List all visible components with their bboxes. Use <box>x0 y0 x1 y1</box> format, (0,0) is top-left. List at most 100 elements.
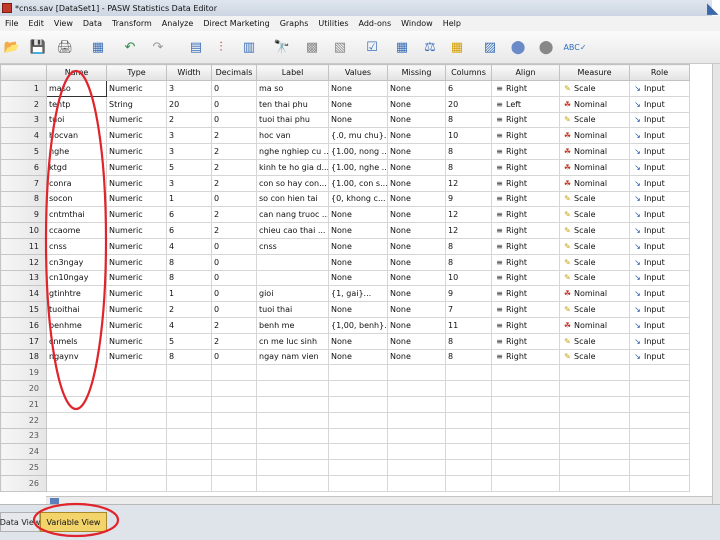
table-row[interactable]: 2 tentp String 20 0 ten thai phu None None 20 ≡ Le… <box>0 95 690 113</box>
cell-label[interactable]: ngay nam vien <box>256 348 329 366</box>
horizontal-scrollbar[interactable] <box>46 496 712 504</box>
menu-analyze[interactable]: Analyze <box>157 19 199 28</box>
cell-align[interactable]: ≡ Right <box>491 143 560 160</box>
empty-cell[interactable] <box>629 395 690 413</box>
cell-label[interactable]: tuoi thai <box>256 301 329 318</box>
cell-type[interactable]: Numeric <box>106 174 167 192</box>
cell-type[interactable]: Numeric <box>106 237 167 255</box>
cell-role[interactable]: ↘ Input <box>629 222 690 239</box>
cell-type[interactable]: Numeric <box>106 190 167 208</box>
table-row[interactable]: 6 ktgd Numeric 5 2 kinh te ho gia d... {1.00, … <box>0 158 690 176</box>
empty-cell[interactable] <box>559 459 630 476</box>
empty-cell[interactable] <box>46 459 107 476</box>
empty-cell[interactable] <box>211 364 257 382</box>
empty-cell[interactable] <box>166 443 212 461</box>
empty-cell[interactable] <box>387 364 446 382</box>
cell-width[interactable]: 3 <box>166 127 212 145</box>
cell-role[interactable]: ↘ Input <box>629 95 690 113</box>
cell-type[interactable]: Numeric <box>106 111 167 129</box>
cell-label[interactable] <box>256 253 329 271</box>
cell-columns[interactable]: 8 <box>445 253 492 271</box>
column-header-label[interactable]: Label <box>256 64 329 81</box>
empty-cell[interactable] <box>106 459 167 476</box>
menu-edit[interactable]: Edit <box>23 19 49 28</box>
empty-cell[interactable] <box>491 364 560 382</box>
cell-label[interactable]: cnss <box>256 237 329 255</box>
cell-align[interactable]: ≡ Right <box>491 332 560 350</box>
empty-cell[interactable] <box>256 395 329 413</box>
cell-role[interactable]: ↘ Input <box>629 332 690 350</box>
cell-name[interactable]: ngaynv <box>46 348 107 366</box>
cell-width[interactable]: 1 <box>166 190 212 208</box>
table-row[interactable]: 25 <box>0 459 690 476</box>
empty-cell[interactable] <box>166 474 212 492</box>
cell-missing[interactable]: None <box>387 158 446 176</box>
cell-align[interactable]: ≡ Right <box>491 222 560 239</box>
cell-name[interactable]: nghe <box>46 143 107 160</box>
cell-type[interactable]: Numeric <box>106 316 167 334</box>
row-number[interactable]: 6 <box>0 158 47 176</box>
cell-decimals[interactable]: 2 <box>211 127 257 145</box>
empty-cell[interactable] <box>328 459 388 476</box>
variables-icon[interactable]: ▥ <box>239 38 259 58</box>
cell-align[interactable]: ≡ Right <box>491 206 560 224</box>
redo-icon[interactable]: ↷ <box>148 38 168 58</box>
cell-measure[interactable]: ☘ Nominal <box>559 143 630 160</box>
menu-data[interactable]: Data <box>78 19 107 28</box>
empty-cell[interactable] <box>445 427 492 445</box>
cell-width[interactable]: 5 <box>166 332 212 350</box>
empty-cell[interactable] <box>445 459 492 476</box>
column-header-type[interactable]: Type <box>106 64 167 81</box>
tab-variable-view[interactable]: Variable View <box>40 512 107 532</box>
empty-cell[interactable] <box>46 364 107 382</box>
empty-cell[interactable] <box>166 411 212 429</box>
empty-cell[interactable] <box>256 427 329 445</box>
empty-cell[interactable] <box>491 443 560 461</box>
cell-decimals[interactable]: 2 <box>211 206 257 224</box>
cell-values[interactable]: {1.00, nghe ... <box>328 158 388 176</box>
split-file-icon[interactable]: ☑ <box>362 38 382 58</box>
empty-cell[interactable] <box>106 474 167 492</box>
cell-type[interactable]: Numeric <box>106 332 167 350</box>
cell-missing[interactable]: None <box>387 222 446 239</box>
value-labels-icon[interactable]: ▦ <box>447 38 467 58</box>
cell-role[interactable]: ↘ Input <box>629 158 690 176</box>
insert-variable-icon[interactable]: ▧ <box>330 38 350 58</box>
cell-role[interactable]: ↘ Input <box>629 127 690 145</box>
cell-columns[interactable]: 12 <box>445 206 492 224</box>
table-row[interactable]: 15 tuoithai Numeric 2 0 tuoi thai None None 7 ≡ Ri… <box>0 301 690 318</box>
table-row[interactable]: 4 hocvan Numeric 3 2 hoc van {.0, mu chu}... No… <box>0 127 690 145</box>
empty-cell[interactable] <box>629 443 690 461</box>
cell-measure[interactable]: ✎ Scale <box>559 253 630 271</box>
cell-values[interactable]: None <box>328 206 388 224</box>
empty-cell[interactable] <box>328 427 388 445</box>
cell-align[interactable]: ≡ Right <box>491 158 560 176</box>
cell-align[interactable]: ≡ Right <box>491 190 560 208</box>
cell-width[interactable]: 6 <box>166 206 212 224</box>
cell-measure[interactable]: ✎ Scale <box>559 332 630 350</box>
row-number[interactable]: 24 <box>0 443 47 461</box>
cell-type[interactable]: Numeric <box>106 222 167 239</box>
empty-cell[interactable] <box>445 443 492 461</box>
cell-width[interactable]: 3 <box>166 80 212 97</box>
cell-measure[interactable]: ✎ Scale <box>559 237 630 255</box>
cell-columns[interactable]: 8 <box>445 111 492 129</box>
empty-cell[interactable] <box>106 427 167 445</box>
row-number-header[interactable] <box>0 64 47 81</box>
goto-case-icon[interactable]: ▤ <box>186 38 206 58</box>
cell-missing[interactable]: None <box>387 206 446 224</box>
empty-cell[interactable] <box>445 474 492 492</box>
table-row[interactable]: 21 <box>0 395 690 413</box>
cell-measure[interactable]: ✎ Scale <box>559 222 630 239</box>
row-number[interactable]: 14 <box>0 285 47 303</box>
cell-align[interactable]: ≡ Right <box>491 253 560 271</box>
empty-cell[interactable] <box>106 411 167 429</box>
menu-graphs[interactable]: Graphs <box>275 19 314 28</box>
empty-cell[interactable] <box>559 364 630 382</box>
cell-type[interactable]: Numeric <box>106 301 167 318</box>
vertical-scrollbar[interactable] <box>712 64 720 504</box>
row-number[interactable]: 18 <box>0 348 47 366</box>
empty-cell[interactable] <box>328 395 388 413</box>
cell-type[interactable]: String <box>106 95 167 113</box>
empty-cell[interactable] <box>256 380 329 397</box>
